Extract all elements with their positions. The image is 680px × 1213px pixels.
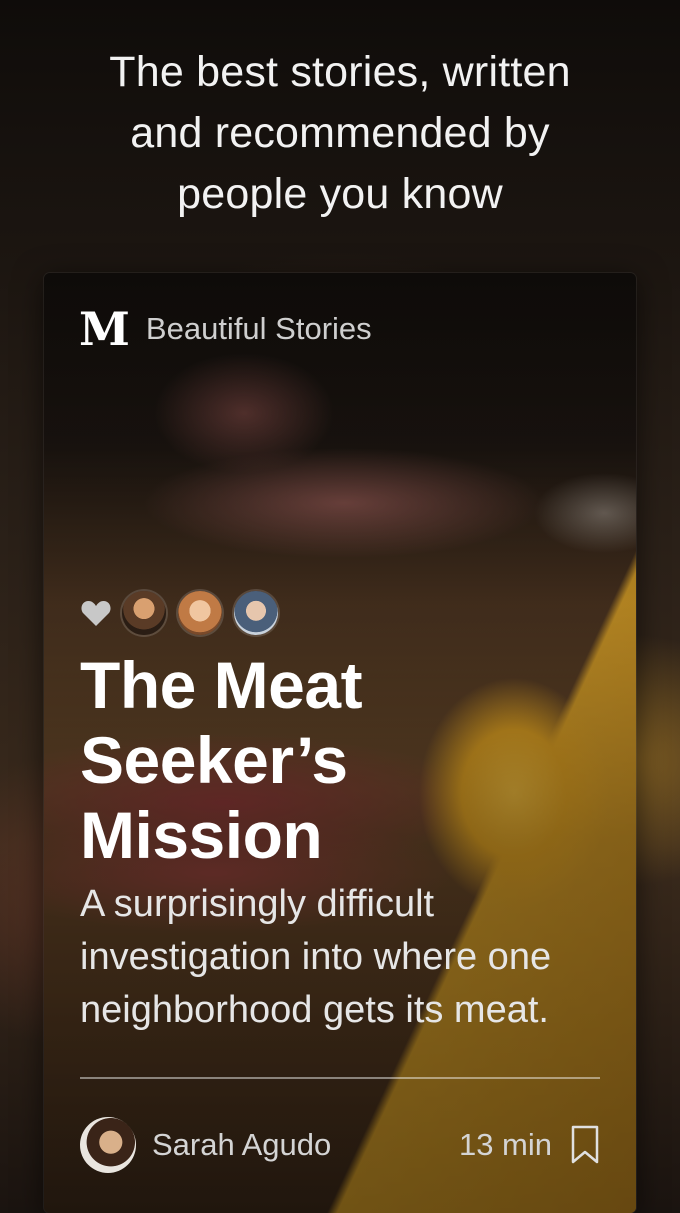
recommender-avatar[interactable] [234,591,278,635]
read-time: 13 min [458,1127,552,1162]
bookmark-icon[interactable] [570,1125,600,1165]
tagline-line: and recommended by [130,109,550,157]
publication-name[interactable]: Beautiful Stories [146,311,372,347]
author-avatar[interactable] [80,1117,136,1173]
story-card[interactable]: M Beautiful Stories The Meat Seeker’s Mi… [44,273,636,1213]
divider [80,1077,600,1079]
story-title-line: Mission [80,798,323,872]
story-card-content: M Beautiful Stories The Meat Seeker’s Mi… [44,273,636,1213]
recommender-avatar[interactable] [178,591,222,635]
story-subtitle-line: investigation into where one [80,936,552,978]
tagline-line: The best stories, written [109,48,571,96]
story-subtitle-line: A surprisingly difficult [80,883,435,925]
heart-icon[interactable] [80,598,112,628]
recommenders-row[interactable] [80,591,290,635]
story-title[interactable]: The Meat Seeker’s Mission [80,648,600,873]
story-footer: Sarah Agudo 13 min [80,1116,600,1174]
story-title-line: The Meat [80,648,363,722]
story-subtitle: A surprisingly difficult investigation i… [80,878,620,1037]
tagline-line: people you know [177,170,503,218]
story-subtitle-line: neighborhood gets its meat. [80,989,549,1031]
author-name[interactable]: Sarah Agudo [152,1127,459,1163]
publication-header[interactable]: M Beautiful Stories [79,306,372,352]
recommender-avatar[interactable] [122,591,166,635]
story-title-line: Seeker’s [80,723,348,797]
tagline: The best stories, written and recommende… [0,42,680,225]
medium-logo: M [79,302,130,356]
